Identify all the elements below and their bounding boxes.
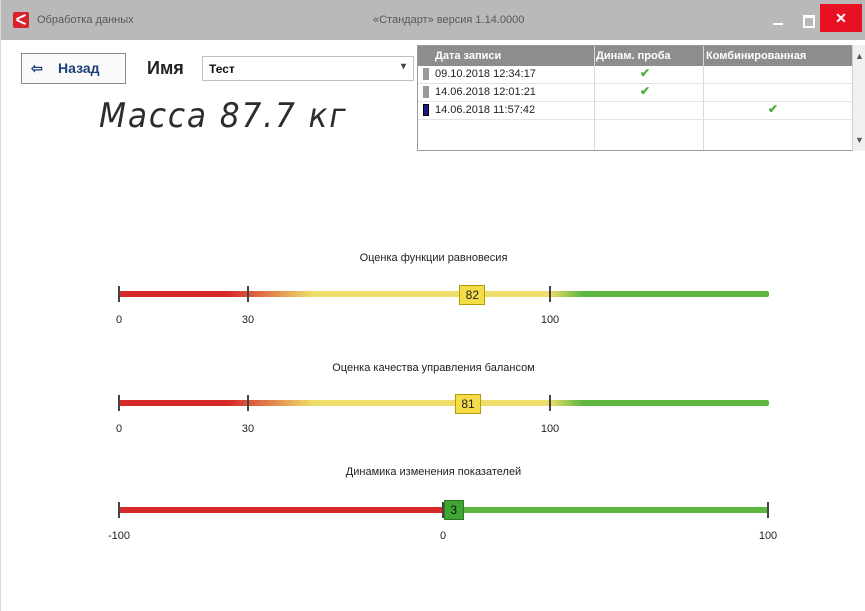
close-button[interactable]: ✕ [820,4,862,32]
records-table-header: Дата записи Динам. проба Комбинированная [418,46,853,66]
tick-label: 30 [241,314,255,326]
name-select[interactable]: Тест ▾ [202,56,414,81]
scale-bar [119,400,769,406]
row-marker-selected [423,104,429,116]
app-version-title: «Стандарт» версия 1.14.0000 [373,14,525,26]
maximize-button[interactable] [793,8,823,32]
app-window: Обработка данных «Стандарт» версия 1.14.… [0,0,865,611]
tick-label: 0 [115,314,123,326]
check-icon: ✔ [640,66,651,80]
row-date: 14.06.2018 12:01:21 [435,86,536,98]
table-row[interactable]: 09.10.2018 12:34:17 ✔ [418,66,853,84]
row-date: 09.10.2018 12:34:17 [435,68,536,80]
name-select-value: Тест [209,62,235,76]
close-icon: ✕ [835,10,847,26]
back-button-label: Назад [58,60,100,76]
header-combined[interactable]: Комбинированная [706,50,806,62]
scroll-down-icon[interactable]: ▼ [855,135,864,145]
scale-tick [247,286,249,302]
balance-function-title: Оценка функции равновесия [359,252,508,264]
scale-tick [118,286,120,302]
tick-label: 100 [540,423,560,435]
back-button[interactable]: ⇦ Назад [21,53,126,84]
tick-label: 0 [439,530,447,542]
table-row[interactable]: 14.06.2018 11:57:42 ✔ [418,102,853,120]
records-scrollbar[interactable]: ▲ ▼ [852,45,865,151]
header-dynamic-test[interactable]: Динам. проба [596,50,671,62]
check-icon: ✔ [768,102,779,116]
row-date: 14.06.2018 11:57:42 [435,104,536,116]
balance-control-title: Оценка качества управления балансом [332,362,535,374]
tick-label: 100 [758,530,778,542]
chevron-down-icon[interactable]: ▾ [401,61,406,72]
scale-tick [247,395,249,411]
scale-bar [119,291,769,297]
scale-tick [118,502,120,518]
scale-tick [549,286,551,302]
scale-tick [118,395,120,411]
scale-tick [767,502,769,518]
mass-display: Масса 87.7 кг [99,96,348,136]
tick-label: 0 [115,423,123,435]
tick-label: 100 [540,314,560,326]
scroll-up-icon[interactable]: ▲ [855,51,864,61]
value-marker: 81 [455,394,482,414]
check-icon: ✔ [640,84,651,98]
value-marker: 3 [443,500,464,520]
tick-label: -100 [107,530,131,542]
row-marker [423,68,429,80]
dynamics-title: Динамика изменения показателей [345,466,522,478]
window-title: Обработка данных [37,14,134,26]
tick-label: 30 [241,423,255,435]
header-date[interactable]: Дата записи [435,50,501,62]
value-marker: 82 [459,285,486,305]
title-bar[interactable]: Обработка данных «Стандарт» версия 1.14.… [1,0,865,40]
name-label: Имя [147,58,184,78]
app-logo-icon [13,12,29,28]
records-table[interactable]: Дата записи Динам. проба Комбинированная… [417,45,854,151]
minimize-button[interactable] [763,8,793,32]
row-marker [423,86,429,98]
table-row[interactable]: 14.06.2018 12:01:21 ✔ [418,84,853,102]
back-arrow-icon: ⇦ [31,60,43,76]
scale-tick [549,395,551,411]
